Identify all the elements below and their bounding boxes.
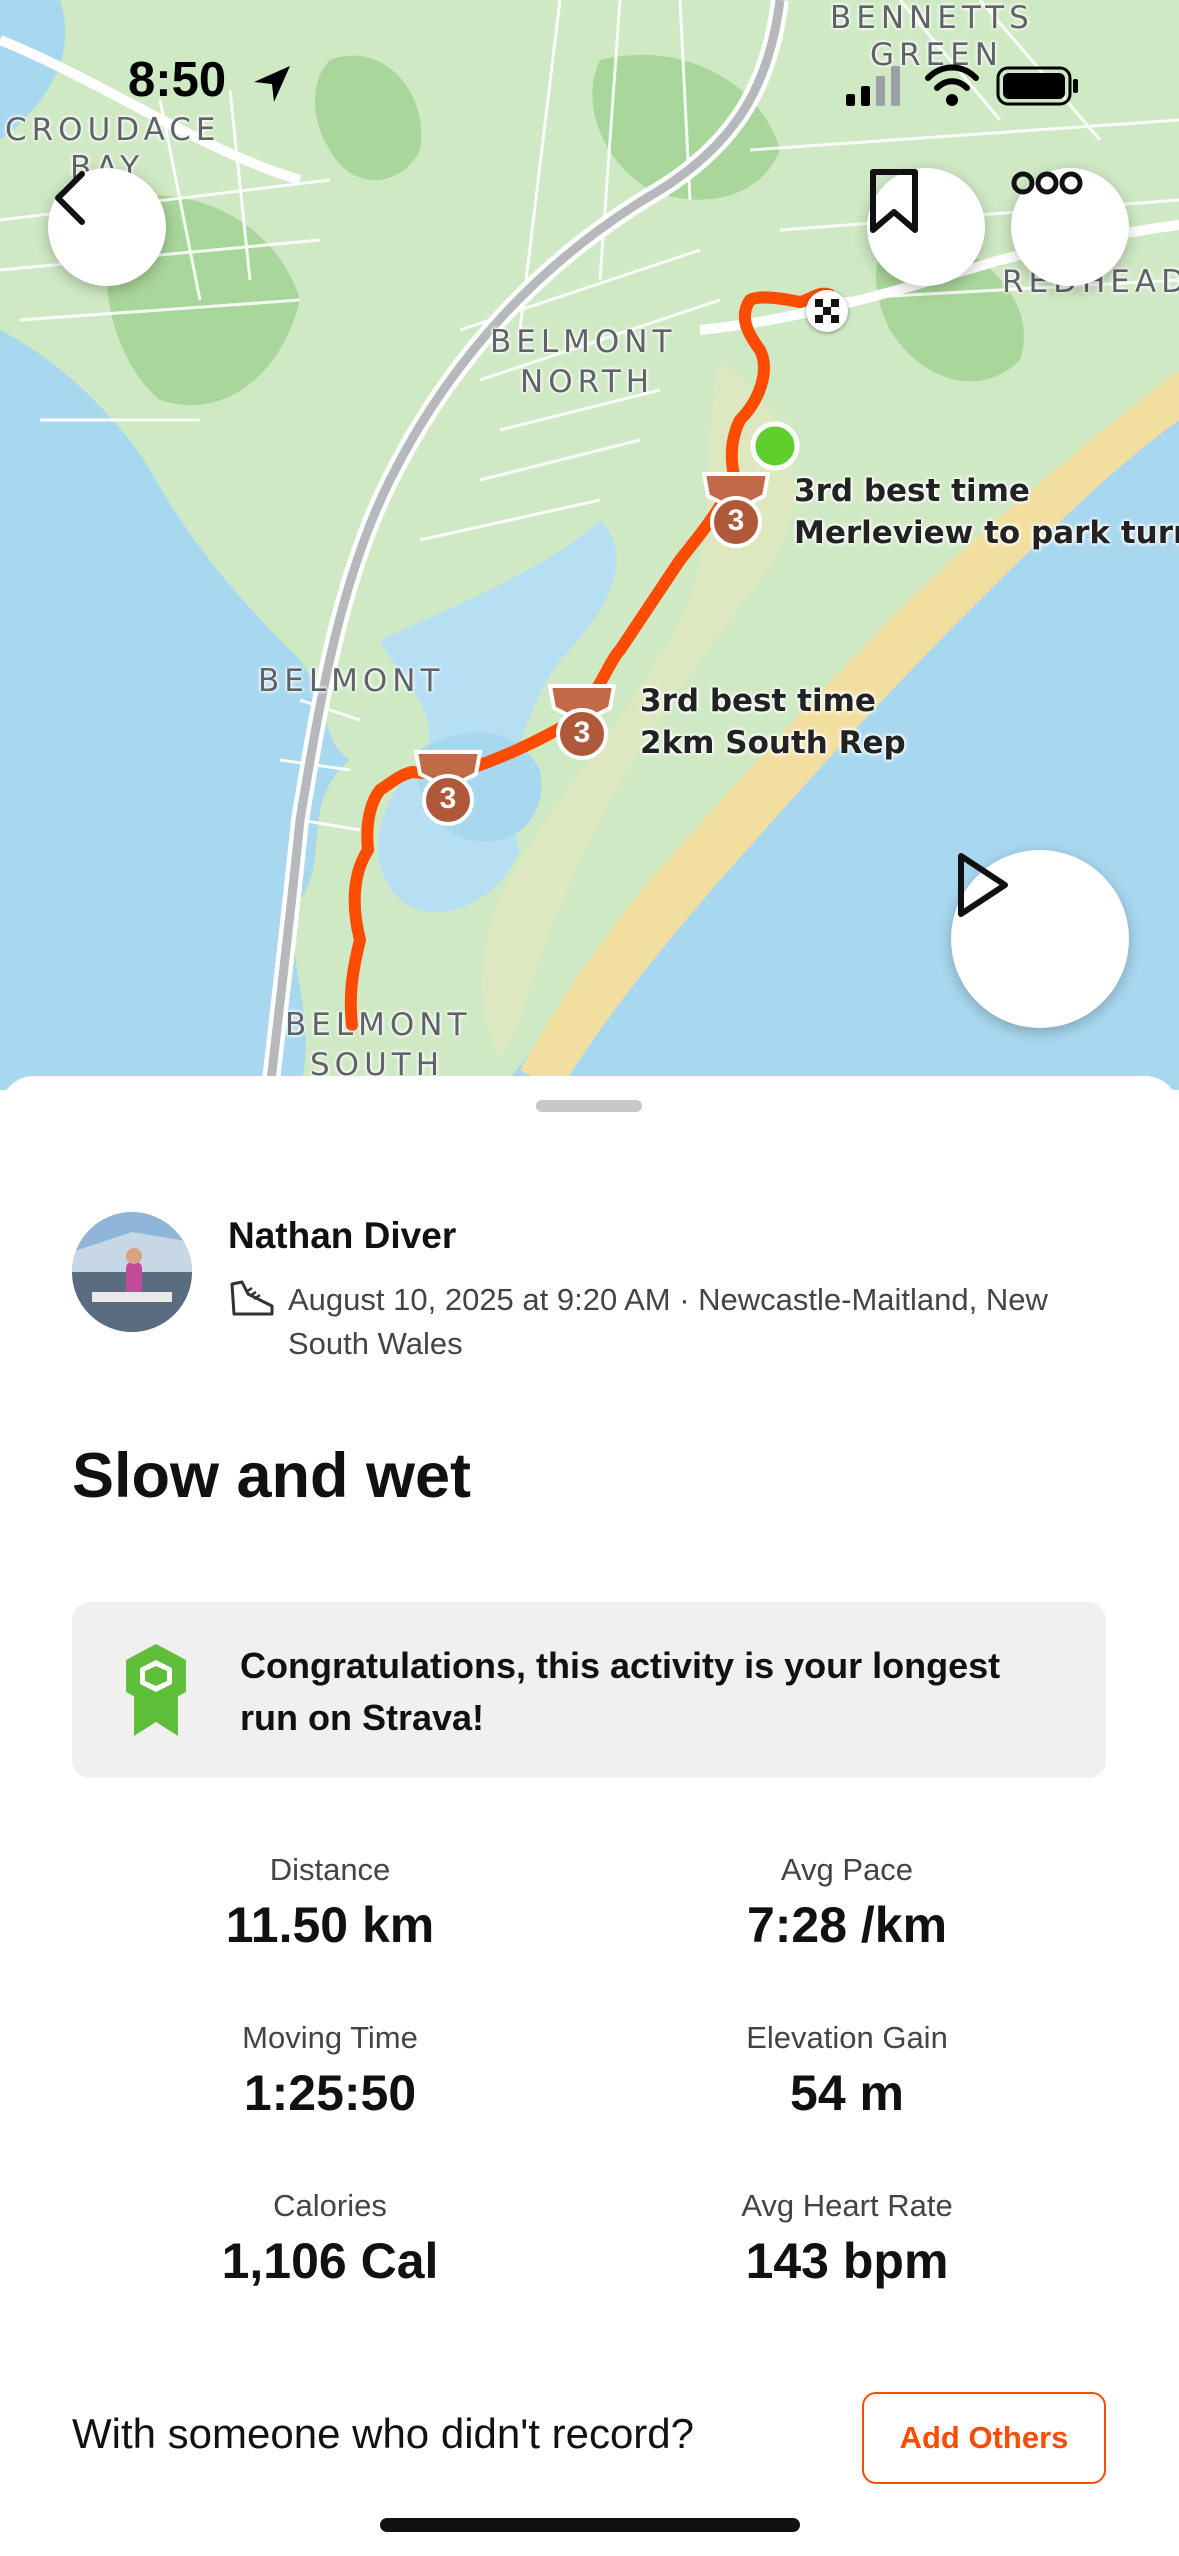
stat-label: Elevation Gain [746,2020,948,2055]
shoe-icon [226,1278,276,1327]
status-time: 8:50 [128,53,227,107]
place-label: BELMONT [258,663,445,699]
segment-rank-text: 3rd best time [640,683,876,719]
add-others-button[interactable]: Add Others [862,2392,1106,2484]
segment-rank-text: 3rd best time [794,473,1030,509]
stat-label: Avg Pace [780,1852,914,1887]
achievement-banner[interactable]: Congratulations, this activity is your l… [72,1602,1106,1778]
stat-value: 1:25:50 [243,2065,417,2121]
bookmark-icon [870,169,918,233]
place-label: BELMONT [285,1007,472,1043]
medal-icon[interactable]: 3 [412,748,484,830]
segment-name: Merleview to park turn-o [794,515,1179,551]
home-indicator[interactable] [380,2518,800,2532]
back-button[interactable] [48,168,166,286]
place-label: BENNETTS [830,0,1034,36]
activity-meta: August 10, 2025 at 9:20 AM · Newcastle-M… [288,1282,1048,1361]
activity-title: Slow and wet [72,1441,472,1511]
stat-value: 7:28 /km [746,1897,948,1953]
stat-value: 1,106 Cal [221,2233,439,2289]
finish-flag-icon [806,290,848,332]
stat-value: 54 m [790,2065,904,2121]
play-icon [958,853,1008,917]
stat-value: 11.50 km [225,1897,435,1953]
activity-map[interactable]: CROUDACE BAY BENNETTS GREEN REDHEAD BELM… [0,0,1179,1090]
back-chevron-icon [55,171,85,225]
flyover-play-button[interactable] [951,850,1129,1028]
avatar[interactable] [72,1212,192,1332]
segment-name: 2km South Rep [640,725,906,761]
stat-calories: Calories 1,106 Cal [70,2188,590,2290]
stat-distance: Distance 11.50 km [70,1852,590,1954]
place-label: BELMONT [490,324,677,360]
start-marker [750,421,800,471]
segment-label: 3rd best time 2km South Rep [640,680,906,764]
stat-elevation-gain: Elevation Gain 54 m [587,2020,1107,2122]
stat-label: Moving Time [242,2020,418,2055]
achievement-badge-icon [120,1640,192,1745]
stat-avg-pace: Avg Pace 7:28 /km [587,1852,1107,1954]
stat-avg-heart-rate: Avg Heart Rate 143 bpm [587,2188,1107,2290]
medal-icon[interactable]: 3 [546,682,618,764]
more-options-button[interactable] [1011,168,1129,286]
medal-rank: 3 [727,504,745,537]
medal-rank: 3 [573,716,591,749]
place-label: NORTH [520,364,655,400]
place-label: CROUDACE [5,112,221,148]
stat-label: Distance [269,1852,391,1887]
sheet-drag-handle[interactable] [536,1100,642,1112]
stat-value: 143 bpm [745,2233,949,2289]
more-icon [1011,171,1083,195]
medal-icon[interactable]: 3 [700,470,772,552]
athlete-name[interactable]: Nathan Diver [228,1215,456,1257]
bookmark-button[interactable] [867,168,985,286]
stat-label: Calories [273,2188,387,2223]
achievement-text: Congratulations, this activity is your l… [240,1645,1001,1738]
segment-label: 3rd best time Merleview to park turn-o [794,470,1179,554]
add-others-prompt: With someone who didn't record? [72,2410,695,2457]
stat-label: Avg Heart Rate [741,2188,953,2223]
medal-rank: 3 [439,782,457,815]
stat-moving-time: Moving Time 1:25:50 [70,2020,590,2122]
